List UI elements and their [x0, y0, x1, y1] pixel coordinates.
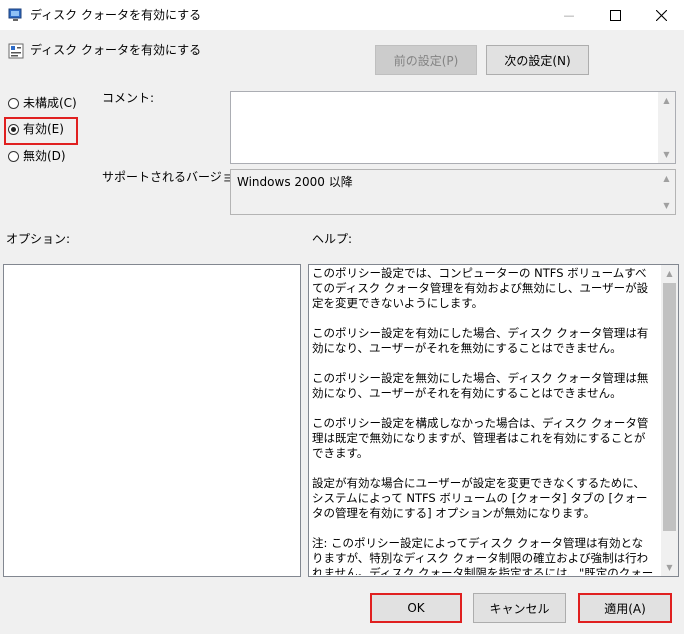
maximize-icon: [609, 9, 621, 21]
scroll-down-icon[interactable]: ▼: [661, 559, 678, 576]
radio-enabled[interactable]: 有効(E): [8, 120, 64, 138]
prev-setting-button[interactable]: 前の設定(P): [375, 45, 477, 75]
ok-button[interactable]: OK: [370, 593, 462, 623]
comment-textarea[interactable]: ▲ ▼: [230, 91, 676, 164]
radio-not-configured[interactable]: 未構成(C): [8, 94, 77, 112]
radio-dot: [11, 126, 16, 132]
supported-scrollbar[interactable]: ▲ ▼: [658, 170, 675, 214]
close-button[interactable]: [638, 0, 684, 30]
next-setting-button[interactable]: 次の設定(N): [486, 45, 589, 75]
app-icon: [8, 7, 24, 23]
options-label: オプション:: [6, 232, 71, 246]
options-pane: [3, 264, 301, 577]
minimize-icon: —: [563, 8, 575, 22]
scroll-down-icon[interactable]: ▼: [658, 146, 675, 163]
scroll-up-icon[interactable]: ▲: [661, 265, 678, 282]
supported-value: Windows 2000 以降: [237, 175, 353, 189]
help-paragraph: このポリシー設定を有効にした場合、ディスク クォータ管理は有効になり、ユーザーが…: [312, 326, 649, 355]
scroll-thumb[interactable]: [663, 283, 676, 531]
maximize-button[interactable]: [592, 0, 638, 30]
help-paragraph: このポリシー設定では、コンピューターの NTFS ボリュームすべてのディスク ク…: [312, 266, 649, 310]
help-paragraph: このポリシー設定を構成しなかった場合は、ディスク クォータ管理は既定で無効になり…: [312, 416, 649, 460]
window-title: ディスク クォータを有効にする: [30, 8, 202, 22]
help-paragraph: このポリシー設定を無効にした場合、ディスク クォータ管理は無効になり、ユーザーが…: [312, 371, 649, 400]
help-paragraph: 注: このポリシー設定によってディスク クォータ管理は有効となりますが、特別なデ…: [312, 536, 654, 575]
help-text: このポリシー設定では、コンピューターの NTFS ボリュームすべてのディスク ク…: [312, 266, 654, 575]
scroll-up-icon[interactable]: ▲: [658, 92, 675, 109]
policy-name: ディスク クォータを有効にする: [30, 43, 202, 57]
radio-label-disabled: 無効(D): [23, 149, 66, 163]
comment-scrollbar[interactable]: ▲ ▼: [658, 92, 675, 163]
radio-circle[interactable]: [8, 150, 19, 162]
help-paragraph: 設定が有効な場合にユーザーが設定を変更できなくするために、システムによって NT…: [312, 476, 648, 520]
radio-disabled[interactable]: 無効(D): [8, 147, 66, 165]
help-scrollbar[interactable]: ▲ ▼: [661, 265, 678, 576]
radio-circle-selected[interactable]: [8, 123, 19, 135]
cancel-button[interactable]: キャンセル: [473, 593, 566, 623]
supported-label: サポートされるバージョン:: [102, 170, 250, 184]
scroll-up-icon[interactable]: ▲: [658, 170, 675, 187]
radio-circle[interactable]: [8, 97, 19, 109]
help-label: ヘルプ:: [312, 232, 353, 246]
policy-setting-icon: [8, 43, 24, 59]
close-icon: [655, 9, 667, 21]
title-bar: ディスク クォータを有効にする —: [0, 0, 684, 30]
minimize-button[interactable]: —: [546, 0, 592, 30]
apply-button[interactable]: 適用(A): [578, 593, 672, 623]
scroll-down-icon[interactable]: ▼: [658, 197, 675, 214]
supported-box: Windows 2000 以降 ▲ ▼: [230, 169, 676, 215]
radio-label-not-configured: 未構成(C): [23, 96, 77, 110]
comment-label: コメント:: [102, 91, 155, 105]
radio-label-enabled: 有効(E): [23, 122, 64, 136]
